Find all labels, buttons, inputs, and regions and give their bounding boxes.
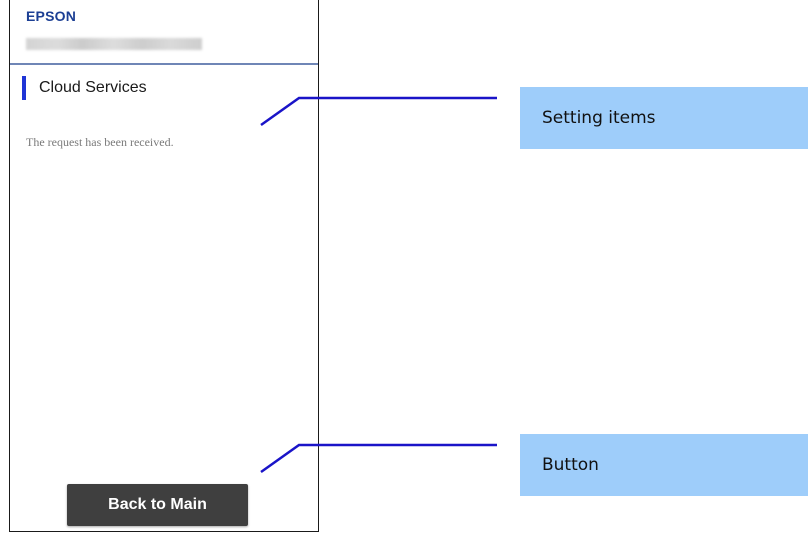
epson-logo: EPSON xyxy=(26,8,77,24)
printer-web-panel: EPSON Cloud Services The request has bee… xyxy=(9,0,319,532)
section-title: Cloud Services xyxy=(39,79,147,96)
model-name-blurred xyxy=(26,38,202,50)
callout-button: Button xyxy=(520,434,808,496)
callout-setting-items: Setting items xyxy=(520,87,808,149)
status-message: The request has been received. xyxy=(26,135,174,149)
header-divider xyxy=(10,63,318,65)
back-to-main-button[interactable]: Back to Main xyxy=(67,484,248,526)
section-accent-bar xyxy=(22,76,26,100)
